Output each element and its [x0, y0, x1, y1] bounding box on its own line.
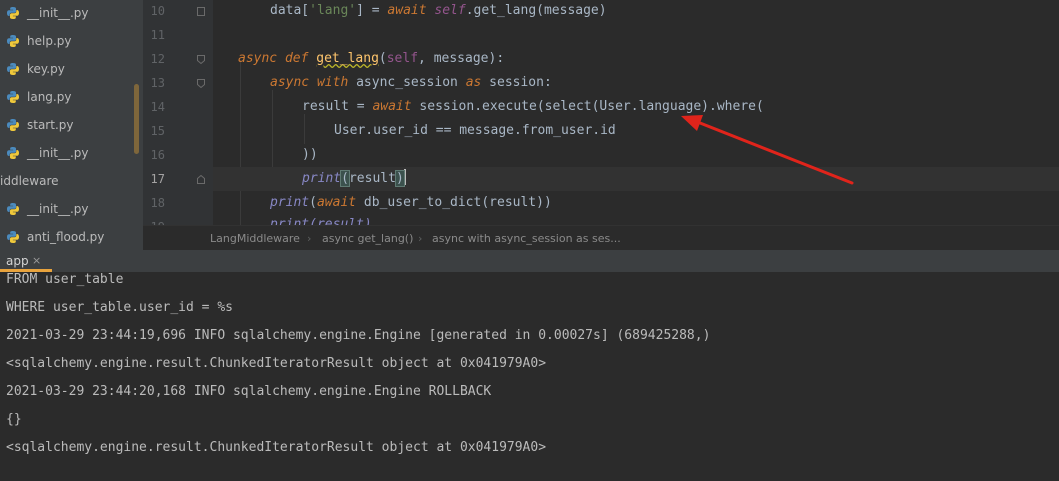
code-token: (: [378, 51, 387, 66]
tree-item-label: lang.py: [27, 90, 72, 104]
breadcrumb: LangMiddleware › async get_lang() › asyn…: [143, 225, 1059, 251]
console-line: FROM user_table: [6, 272, 124, 287]
breadcrumb-separator: ›: [418, 232, 423, 245]
code-token-keyword: async: [238, 51, 278, 66]
python-file-icon: [7, 35, 19, 47]
code-token: )): [302, 147, 318, 162]
code-token-keyword: def: [284, 51, 309, 66]
code-token-string: 'lang': [309, 3, 357, 18]
line-gutter: 10 11 12 13 14 15 16 17 18 19: [143, 0, 213, 225]
tree-folder-label: iddleware: [0, 174, 59, 188]
code-token-self: self: [386, 51, 419, 66]
code-token-keyword: await: [372, 99, 412, 114]
python-file-icon: [7, 231, 19, 243]
code-token: async_session: [348, 75, 466, 90]
code-token-keyword: as: [465, 75, 482, 90]
code-token: .get_lang(message): [465, 3, 607, 18]
code-line-16[interactable]: )): [213, 143, 1059, 167]
code-token: session:: [481, 75, 552, 90]
tree-item-label: help.py: [27, 34, 72, 48]
code-line-12[interactable]: async def get_lang(self, message):: [213, 47, 1059, 71]
code-editor[interactable]: 10 11 12 13 14 15 16 17 18 19 data['lang…: [143, 0, 1059, 225]
code-token: result: [348, 171, 396, 186]
code-token: , message):: [418, 51, 505, 66]
code-token: result =: [302, 99, 373, 114]
line-number-current: 17: [150, 172, 165, 186]
breadcrumb-class[interactable]: LangMiddleware: [210, 226, 300, 251]
python-file-icon: [7, 63, 19, 75]
line-number: 18: [150, 196, 165, 210]
code-token-builtin: print(result): [270, 217, 372, 225]
code-token-keyword: await: [316, 195, 357, 210]
code-token-self: self: [434, 3, 466, 18]
code-line-15[interactable]: User.user_id == message.from_user.id: [213, 119, 1059, 143]
line-number: 16: [150, 148, 165, 162]
code-token: ] =: [356, 3, 388, 18]
code-token-keyword: with: [316, 75, 349, 90]
run-console-output[interactable]: FROM user_table WHERE user_table.user_id…: [0, 272, 1059, 481]
line-number: 10: [150, 4, 165, 18]
code-line-13[interactable]: async with async_session as session:: [213, 71, 1059, 95]
python-file-icon: [7, 91, 19, 103]
line-number: 13: [150, 76, 165, 90]
python-file-icon: [7, 147, 19, 159]
run-tab-app[interactable]: app ×: [0, 250, 52, 272]
code-token: data[: [270, 3, 310, 18]
code-line-14[interactable]: result = await session.execute(select(Us…: [213, 95, 1059, 119]
line-number: 12: [150, 52, 165, 66]
console-line: 2021-03-29 23:44:20,168 INFO sqlalchemy.…: [6, 384, 492, 399]
code-line-10[interactable]: data['lang'] = await self.get_lang(messa…: [213, 0, 1059, 23]
line-number: 19: [143, 215, 165, 225]
python-file-icon: [7, 119, 19, 131]
fold-marker-icon[interactable]: [197, 175, 205, 184]
tree-item-label: __init__.py: [27, 6, 89, 20]
console-line: 2021-03-29 23:44:19,696 INFO sqlalchemy.…: [6, 328, 711, 343]
code-token-keyword: await: [387, 3, 427, 18]
line-number: 15: [150, 124, 165, 138]
console-line: {}: [6, 412, 22, 427]
tree-item-label: __init__.py: [27, 146, 89, 160]
run-tab-bar: app ×: [0, 250, 1059, 273]
project-tree: __init__.py help.py key.py lang.py start…: [0, 0, 143, 250]
code-area[interactable]: data['lang'] = await self.get_lang(messa…: [213, 0, 1059, 225]
breadcrumb-separator: ›: [307, 232, 312, 245]
text-caret: [403, 169, 406, 185]
console-line: <sqlalchemy.engine.result.ChunkedIterato…: [6, 440, 547, 455]
code-token: User.user_id == message.from_user.id: [334, 123, 616, 138]
code-token-keyword: async: [270, 75, 310, 90]
bracket-match: (: [340, 170, 350, 187]
code-line-17-current[interactable]: print(result): [213, 167, 1059, 191]
tree-item-label: start.py: [27, 118, 74, 132]
bracket-match: ): [394, 170, 405, 187]
code-line-19[interactable]: print(result): [213, 213, 1059, 225]
fold-marker-icon[interactable]: [197, 7, 205, 16]
code-token-function-name: get_lang: [316, 51, 379, 66]
console-line: WHERE user_table.user_id = %s: [6, 300, 233, 315]
code-token-builtin: print: [302, 171, 342, 186]
tree-item-label: __init__.py: [27, 202, 89, 216]
line-number: 11: [150, 28, 165, 42]
tree-item-label: anti_flood.py: [27, 230, 105, 244]
code-line-18[interactable]: print(await db_user_to_dict(result)): [213, 191, 1059, 215]
python-file-icon: [7, 7, 19, 19]
breadcrumb-function[interactable]: async get_lang(): [322, 226, 413, 251]
code-token: session.execute(select(User.language).wh…: [411, 99, 764, 114]
code-token-builtin: print: [270, 195, 310, 210]
tree-item-label: key.py: [27, 62, 65, 76]
line-number: 14: [150, 100, 165, 114]
tree-scrollbar[interactable]: [134, 84, 139, 154]
code-token: (: [309, 195, 317, 210]
code-token: db_user_to_dict(result)): [356, 195, 552, 210]
fold-marker-icon[interactable]: [197, 55, 205, 64]
python-file-icon: [7, 203, 19, 215]
console-line: <sqlalchemy.engine.result.ChunkedIterato…: [6, 356, 547, 371]
fold-marker-icon[interactable]: [197, 79, 205, 88]
breadcrumb-block[interactable]: async with async_session as ses...: [432, 226, 621, 251]
